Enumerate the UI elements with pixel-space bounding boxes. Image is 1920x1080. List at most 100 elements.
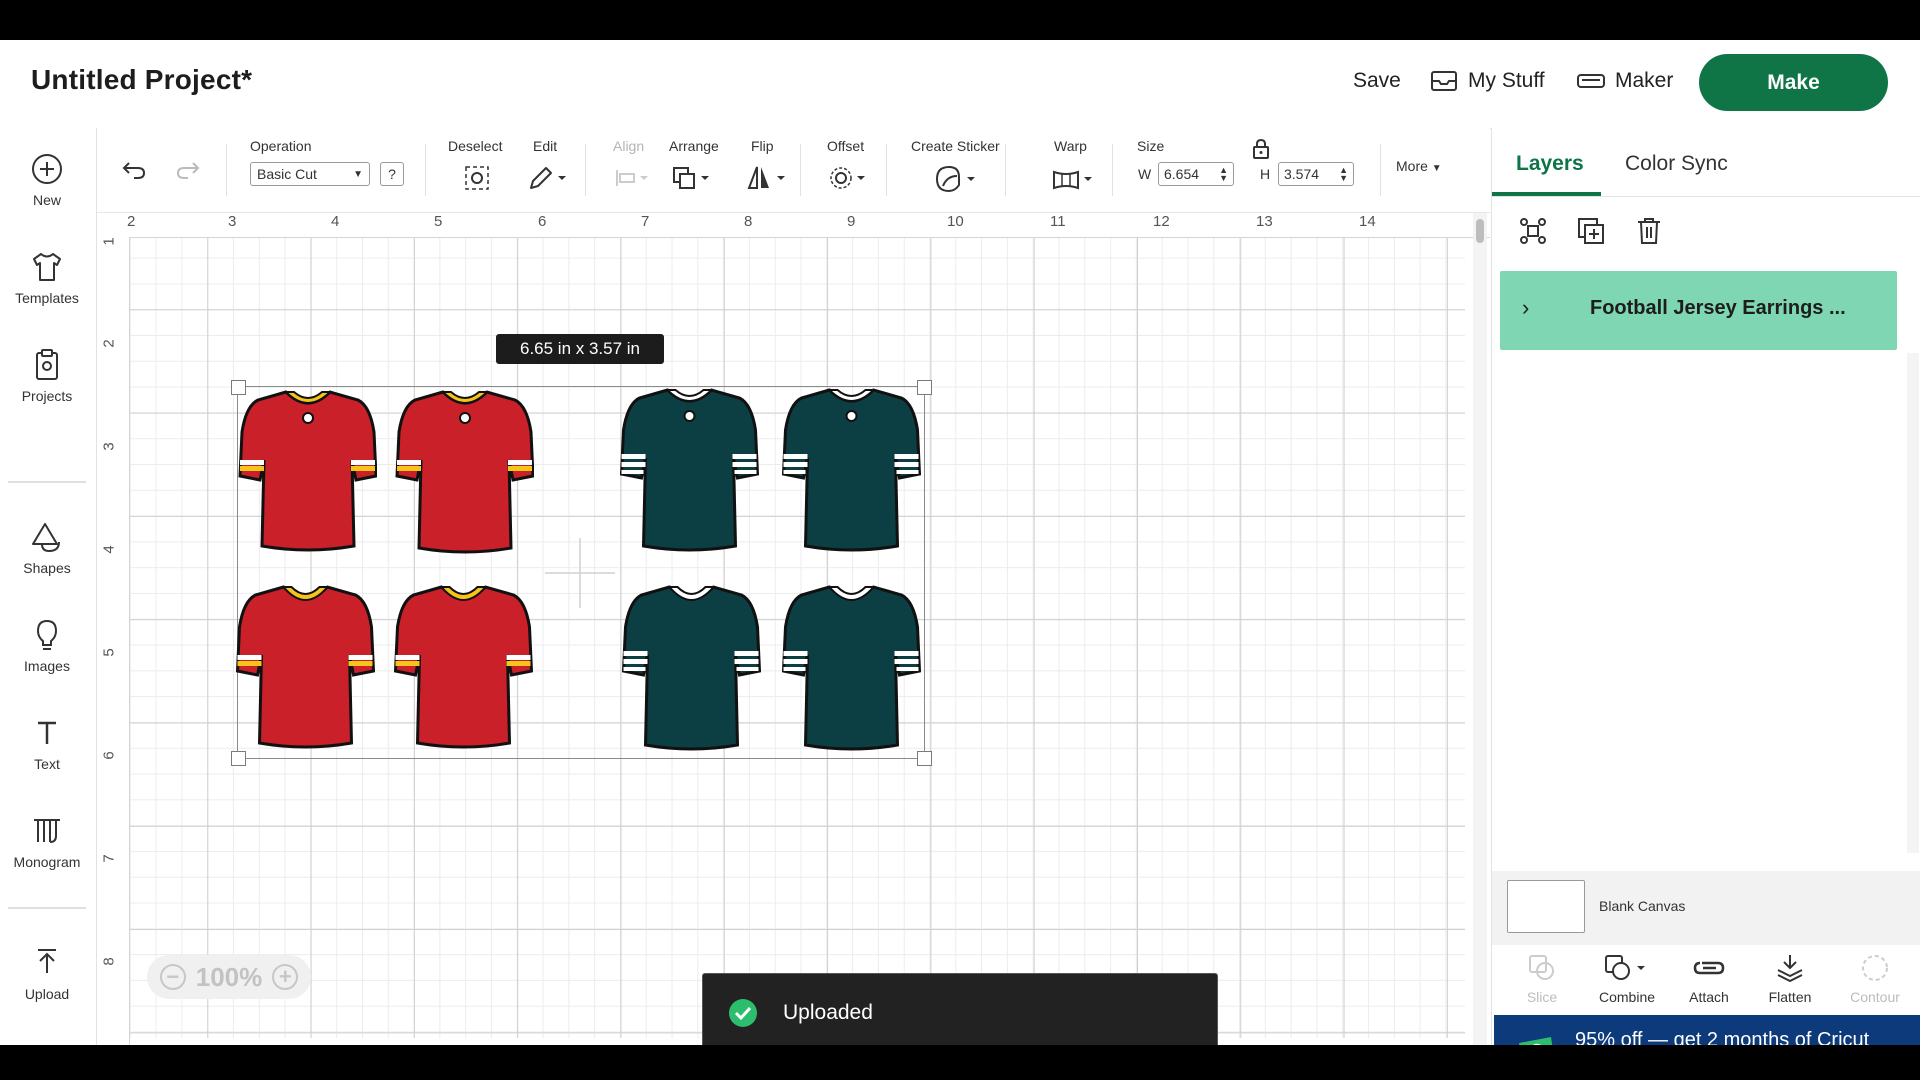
- toolbar-divider: [585, 144, 586, 196]
- chevron-right-icon[interactable]: ›: [1522, 295, 1529, 321]
- operation-select[interactable]: Basic Cut ▼: [250, 162, 370, 186]
- ruler-tick-label: 6: [100, 751, 118, 760]
- width-value: 6.654: [1164, 166, 1200, 182]
- my-stuff-button[interactable]: My Stuff: [1430, 69, 1545, 93]
- red-jersey-image[interactable]: [235, 583, 375, 753]
- warp-group[interactable]: Warp: [1054, 138, 1087, 154]
- combine-button[interactable]: Combine: [1587, 953, 1667, 1005]
- nav-text[interactable]: Text: [0, 716, 94, 772]
- slice-button[interactable]: Slice: [1502, 953, 1582, 1005]
- contour-button[interactable]: Contour: [1835, 953, 1915, 1005]
- stepper-icon[interactable]: ▲ ▼: [1339, 166, 1348, 183]
- caret-down-icon: ▼: [1431, 163, 1442, 174]
- layer-group-row[interactable]: › Football Jersey Earrings ...: [1500, 271, 1897, 350]
- scroll-thumb[interactable]: [1476, 219, 1484, 243]
- toolbar-divider: [226, 144, 227, 196]
- nav-projects[interactable]: Projects: [0, 348, 94, 404]
- flip-group[interactable]: Flip: [751, 138, 774, 154]
- operation-group: Operation: [250, 138, 311, 154]
- height-value: 3.574: [1284, 166, 1320, 182]
- flatten-button[interactable]: Flatten: [1750, 953, 1830, 1005]
- duplicate-icon[interactable]: [1576, 216, 1606, 246]
- panel-scrollbar[interactable]: [1907, 353, 1919, 853]
- offset-icon[interactable]: [827, 164, 871, 192]
- design-canvas[interactable]: 2 3 4 5 6 7 8 9 10 11 12 13 14 1 2 3 4 5…: [97, 213, 1490, 1045]
- promo-banner[interactable]: 95% off — get 2 months of Cricut Access™…: [1494, 1015, 1920, 1045]
- pencil-icon[interactable]: [527, 164, 567, 192]
- more-button[interactable]: More ▼: [1396, 158, 1442, 174]
- nav-upload-label: Upload: [24, 986, 70, 1002]
- my-stuff-label: My Stuff: [1468, 69, 1545, 92]
- nav-projects-label: Projects: [21, 388, 73, 404]
- deselect-icon[interactable]: [463, 164, 491, 192]
- red-jersey-image[interactable]: [238, 388, 377, 556]
- edit-label: Edit: [533, 138, 558, 154]
- nav-images[interactable]: Images: [0, 618, 94, 674]
- green-jersey-image[interactable]: [619, 386, 759, 556]
- layers-panel: Layers Color Sync › Football Jersey Earr…: [1491, 128, 1920, 1045]
- operation-help-button[interactable]: ?: [380, 162, 404, 186]
- resize-handle-bottom-left[interactable]: [231, 751, 246, 766]
- cricut-access-icon: [1519, 1037, 1553, 1045]
- tab-layers[interactable]: Layers: [1516, 152, 1584, 176]
- project-title[interactable]: Untitled Project*: [31, 64, 252, 96]
- slice-icon: [1529, 955, 1554, 980]
- nav-templates[interactable]: Templates: [0, 250, 94, 306]
- flatten-label: Flatten: [1768, 989, 1812, 1005]
- zoom-level: 100%: [195, 961, 263, 992]
- close-icon[interactable]: ×: [1896, 1041, 1908, 1045]
- edit-toolbar: Operation Basic Cut ▼ ? Deselect Edit Al…: [97, 128, 1490, 213]
- trash-icon[interactable]: [1635, 216, 1663, 246]
- canvas-vertical-scrollbar[interactable]: [1473, 213, 1487, 1045]
- warp-icon[interactable]: [1050, 164, 1098, 194]
- arrange-icon[interactable]: [671, 164, 715, 192]
- toolbar-divider: [800, 144, 801, 196]
- stepper-icon[interactable]: ▲ ▼: [1219, 166, 1228, 183]
- green-jersey-image[interactable]: [781, 583, 921, 755]
- tab-color-sync[interactable]: Color Sync: [1625, 152, 1728, 176]
- arrange-group[interactable]: Arrange: [669, 138, 719, 154]
- lock-icon[interactable]: [1252, 138, 1270, 160]
- inbox-icon: [1431, 71, 1457, 91]
- group-icon[interactable]: [1518, 216, 1548, 246]
- sticker-icon[interactable]: [933, 164, 981, 194]
- clipboard-icon: [36, 349, 58, 380]
- promo-text: 95% off — get 2 months of Cricut Access™…: [1575, 1029, 1870, 1045]
- width-label: W: [1138, 166, 1152, 182]
- flip-icon[interactable]: [745, 164, 789, 192]
- red-jersey-image[interactable]: [395, 388, 534, 558]
- blank-canvas-row[interactable]: Blank Canvas: [1492, 871, 1920, 945]
- size-label: Size: [1137, 138, 1165, 154]
- edit-group[interactable]: Edit: [533, 138, 557, 154]
- deselect-group[interactable]: Deselect: [448, 138, 502, 154]
- redo-icon[interactable]: [174, 154, 202, 182]
- nav-upload[interactable]: Upload: [0, 946, 94, 1002]
- canvas-color-swatch[interactable]: [1507, 880, 1585, 933]
- ruler-tick-label: 14: [1359, 213, 1376, 230]
- save-button[interactable]: Save: [1353, 69, 1401, 93]
- make-button[interactable]: Make: [1699, 54, 1888, 111]
- slice-label: Slice: [1526, 989, 1558, 1005]
- create-sticker-group[interactable]: Create Sticker: [911, 138, 1000, 154]
- offset-label: Offset: [827, 138, 865, 154]
- undo-icon[interactable]: [120, 154, 148, 182]
- nav-monogram[interactable]: Monogram: [0, 814, 94, 870]
- nav-new[interactable]: New: [0, 152, 94, 208]
- height-label: H: [1260, 166, 1271, 182]
- ruler-tick-label: 12: [1153, 213, 1170, 230]
- height-input[interactable]: 3.574 ▲ ▼: [1278, 162, 1354, 186]
- offset-group[interactable]: Offset: [827, 138, 864, 154]
- maker-button[interactable]: Maker: [1577, 69, 1673, 93]
- green-jersey-image[interactable]: [781, 386, 921, 556]
- zoom-in-button[interactable]: +: [272, 964, 299, 990]
- red-jersey-image[interactable]: [393, 583, 533, 753]
- zoom-out-button[interactable]: −: [159, 964, 186, 990]
- panel-tabs: Layers Color Sync: [1492, 128, 1920, 197]
- nav-templates-label: Templates: [15, 290, 79, 306]
- width-input[interactable]: 6.654 ▲ ▼: [1158, 162, 1234, 186]
- operation-label: Operation: [250, 138, 312, 154]
- nav-shapes[interactable]: Shapes: [0, 520, 94, 576]
- green-jersey-image[interactable]: [621, 583, 761, 755]
- create-sticker-label: Create Sticker: [911, 138, 1000, 154]
- attach-button[interactable]: Attach: [1669, 953, 1749, 1005]
